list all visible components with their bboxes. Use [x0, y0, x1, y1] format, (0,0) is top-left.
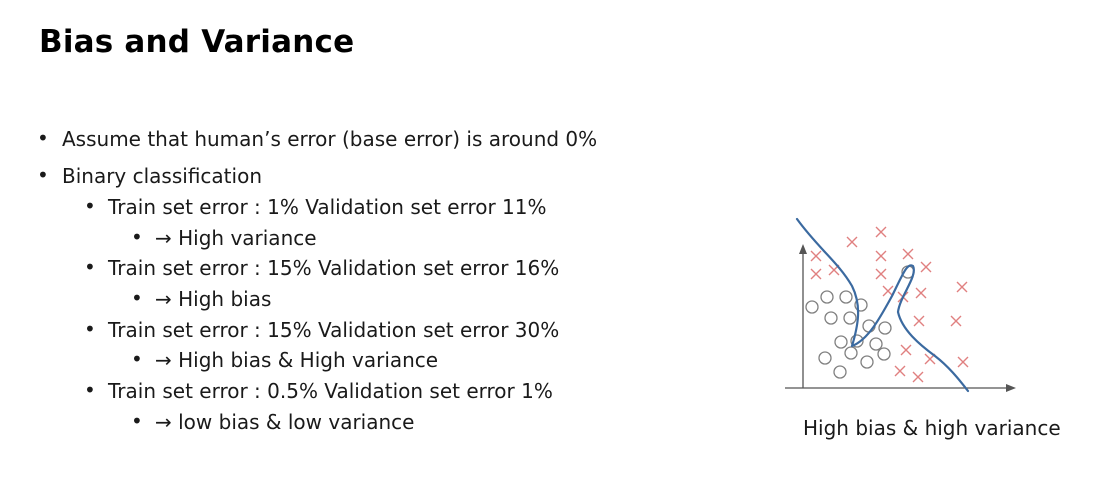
circle-marker: [834, 335, 848, 349]
cross-marker: [913, 315, 925, 327]
bullet-dot: •: [131, 409, 143, 433]
bullet-item: Assume that human’s error (base error) i…: [62, 127, 598, 151]
bullet-item: → low bias & low variance: [155, 410, 415, 434]
cross-marker: [900, 344, 912, 356]
cross-marker: [950, 315, 962, 327]
cross-marker: [902, 248, 914, 260]
circle-marker: [878, 321, 892, 335]
cross-marker: [920, 261, 932, 273]
bullet-dot: •: [37, 126, 49, 150]
bullet-dot: •: [131, 225, 143, 249]
cross-marker: [875, 250, 887, 262]
bullet-dot: •: [84, 378, 96, 402]
cross-markers: [810, 226, 969, 383]
x-axis-arrow-icon: [1006, 384, 1016, 392]
cross-marker: [894, 365, 906, 377]
bullet-dot: •: [84, 255, 96, 279]
cross-marker: [956, 281, 968, 293]
circle-marker: [869, 337, 883, 351]
cross-marker: [912, 371, 924, 383]
circle-marker: [818, 351, 832, 365]
decision-boundary: [795, 217, 970, 393]
bias-variance-figure: [785, 217, 1016, 393]
bullet-dot: •: [131, 286, 143, 310]
bullet-item: → High bias: [155, 287, 272, 311]
y-axis-arrow-icon: [799, 244, 807, 254]
cross-marker: [957, 356, 969, 368]
bullet-dot: •: [37, 163, 49, 187]
bullet-item: Train set error : 0.5% Validation set er…: [108, 379, 553, 403]
cross-marker: [882, 285, 894, 297]
circle-marker: [839, 290, 853, 304]
cross-marker: [875, 268, 887, 280]
figure-caption: High bias & high variance: [803, 416, 1061, 440]
cross-marker: [846, 236, 858, 248]
circle-marker: [824, 311, 838, 325]
circle-marker: [843, 311, 857, 325]
circle-marker: [877, 347, 891, 361]
bullet-item: Train set error : 1% Validation set erro…: [108, 195, 547, 219]
bullet-dot: •: [84, 194, 96, 218]
slide-title: Bias and Variance: [39, 24, 355, 60]
cross-marker: [875, 226, 887, 238]
cross-marker: [915, 287, 927, 299]
bullet-item: Train set error : 15% Validation set err…: [108, 256, 560, 280]
circle-marker: [833, 365, 847, 379]
cross-marker: [810, 250, 822, 262]
cross-marker: [810, 268, 822, 280]
circle-marker: [805, 300, 819, 314]
circle-marker: [860, 355, 874, 369]
circle-marker: [844, 346, 858, 360]
circle-marker: [820, 290, 834, 304]
bullet-dot: •: [131, 347, 143, 371]
bullet-item: → High variance: [155, 226, 317, 250]
bullet-item: → High bias & High variance: [155, 348, 439, 372]
bullet-dot: •: [84, 317, 96, 341]
bullet-item: Binary classification: [62, 164, 262, 188]
bullet-item: Train set error : 15% Validation set err…: [108, 318, 560, 342]
